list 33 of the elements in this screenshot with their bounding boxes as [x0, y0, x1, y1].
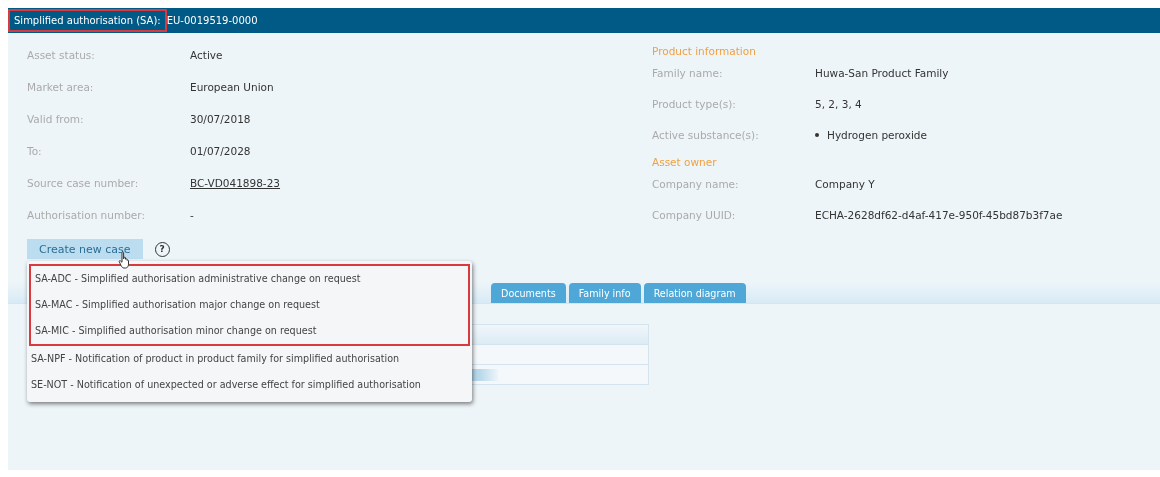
field-label: Asset status:: [27, 49, 96, 61]
field-label: Company UUID:: [652, 208, 737, 221]
menu-item[interactable]: SE-NOT - Notification of unexpected or adverse effect for simplified authorisation: [27, 372, 472, 398]
field-value: 01/07/2028: [190, 145, 251, 157]
field-label: Company name:: [652, 177, 740, 190]
field-value: -: [190, 209, 194, 221]
header-label: Simplified authorisation (SA):: [8, 9, 167, 32]
field-value: Huwa-San Product Family: [815, 66, 949, 79]
field-label: Authorisation number:: [27, 209, 146, 221]
bullet-icon: [815, 132, 819, 137]
field-label: Active substance(s):: [652, 128, 760, 141]
menu-item[interactable]: SA-ADC - Simplified authorisation administrative change on request: [31, 266, 468, 292]
field-label: Family name:: [652, 66, 724, 79]
section-heading: Asset owner: [652, 156, 718, 168]
case-link[interactable]: BC-VD041898-23: [190, 177, 281, 189]
field-value: Hydrogen peroxide: [827, 128, 927, 141]
create-case-button[interactable]: Create new case: [27, 239, 143, 259]
menu-item[interactable]: SA-NPF - Notification of product in product family for simplified authorisation: [27, 346, 472, 372]
header-value: EU-0019519-0000: [166, 15, 258, 26]
menu-item[interactable]: SA-MIC - Simplified authorisation minor change on request: [31, 318, 468, 344]
field-value: 5, 2, 3, 4: [815, 97, 862, 110]
field-value: European Union: [190, 81, 274, 93]
field-label: To:: [27, 145, 43, 157]
section-heading: Product information: [652, 45, 757, 57]
field-label: Valid from:: [27, 113, 85, 125]
menu-item[interactable]: SA-MAC - Simplified authorisation major change on request: [31, 292, 468, 318]
field-value: 30/07/2018: [190, 113, 251, 125]
field-label: Market area:: [27, 81, 95, 93]
field-value: ECHA-2628df62-d4af-417e-950f-45bd87b3f7ae: [815, 208, 1063, 221]
field-label: Source case number:: [27, 177, 140, 189]
field-label: Product type(s):: [652, 97, 737, 110]
field-value: Active: [190, 49, 223, 61]
field-value: Company Y: [815, 177, 875, 190]
